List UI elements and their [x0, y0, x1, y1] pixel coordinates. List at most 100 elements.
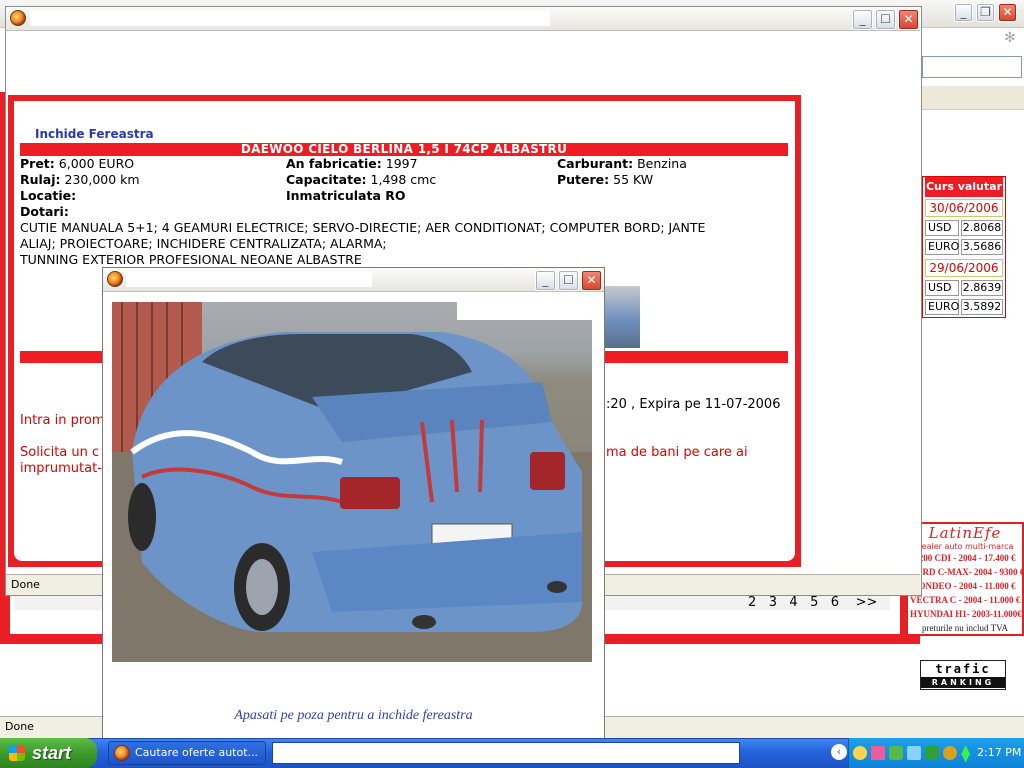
photo-sky: [457, 302, 592, 320]
curs-valutar-title: Curs valutar: [925, 177, 1003, 197]
close-button[interactable]: ✕: [581, 270, 602, 291]
maximize-button[interactable]: ☐: [875, 9, 896, 30]
dotari-line: CUTIE MANUALA 5+1; 4 GEAMURI ELECTRICE; …: [20, 220, 706, 235]
minimize-button[interactable]: _: [954, 3, 973, 22]
start-button[interactable]: start: [0, 738, 97, 768]
page-link-3[interactable]: 3: [769, 595, 777, 610]
security-icon[interactable]: [925, 746, 939, 760]
ranking-text: RANKING: [921, 677, 1005, 688]
trafic-ranking-badge[interactable]: trafic RANKING: [920, 660, 1006, 690]
firefox-icon: [114, 745, 130, 761]
curs-currency: USD: [925, 220, 959, 236]
car-photo-drawing: [112, 302, 592, 662]
car-photo[interactable]: [112, 302, 592, 662]
toolbar-strip: [922, 86, 1024, 110]
curs-currency: USD: [925, 280, 959, 296]
capacity-row: Capacitate: 1,498 cmc: [286, 172, 436, 188]
maximize-button[interactable]: ❐: [976, 3, 995, 22]
ad-subtitle: dealer auto multi-marca: [916, 542, 1014, 551]
solicita-text-continued: ma de bani pe care ai: [606, 445, 748, 460]
network-icon[interactable]: [907, 746, 921, 760]
pagination: 2 3 4 5 6 >>: [748, 595, 877, 610]
page-link-5[interactable]: 5: [810, 595, 818, 610]
smiley-icon[interactable]: [853, 746, 867, 760]
clock: 2:17 PM: [977, 746, 1022, 759]
trafic-text: trafic: [935, 662, 991, 676]
close-button[interactable]: ✕: [898, 9, 919, 30]
carburant-label: Carburant:: [557, 156, 634, 171]
registration-row: Inmatriculata RO: [286, 188, 405, 204]
listing-title: DAEWOO CIELO BERLINA 1,5 I 74CP ALBASTRU: [20, 143, 788, 156]
minimize-button[interactable]: _: [535, 270, 556, 291]
putere-label: Putere:: [557, 172, 610, 187]
rulaj-value: 230,000 km: [64, 172, 140, 187]
status-text: Done: [11, 578, 40, 591]
throbber-icon: ✻: [1004, 30, 1016, 46]
page-link-2[interactable]: 2: [748, 595, 756, 610]
windows-logo-icon: [9, 745, 25, 761]
taskbar-blank-item[interactable]: [272, 742, 740, 764]
maximize-button[interactable]: ☐: [558, 270, 579, 291]
ad-logo: LatinEfe: [928, 524, 1002, 542]
locatie-label: Locatie:: [20, 188, 77, 203]
curs-currency: EURO: [925, 299, 959, 315]
curs-currency: EURO: [925, 239, 959, 255]
tray-app-icon[interactable]: [871, 746, 885, 760]
location-row: Locatie:: [20, 188, 76, 204]
status-text: Done: [5, 720, 34, 733]
curs-value: 3.5686: [961, 239, 1003, 255]
pret-value: 6,000 EURO: [58, 156, 135, 171]
page-link-6[interactable]: 6: [831, 595, 839, 610]
pret-label: Pret:: [20, 156, 55, 171]
mileage-row: Rulaj: 230,000 km: [20, 172, 140, 188]
left-taillight: [340, 477, 400, 509]
background-window-controls: _ ❐ ✕: [940, 2, 1020, 26]
inmatriculata-label: Inmatriculata RO: [286, 188, 406, 203]
close-button[interactable]: ✕: [998, 3, 1017, 22]
fuel-row: Carburant: Benzina: [557, 156, 687, 172]
updown-arrows-icon[interactable]: ▲ ▼: [961, 743, 973, 763]
year-row: An fabricatie: 1997: [286, 156, 418, 172]
ad-line: FORD C-MAX- 2004 - 9300 €: [910, 567, 1024, 577]
putere-value: 55 KW: [613, 172, 654, 187]
dotari-label: Dotari:: [20, 204, 69, 219]
search-input[interactable]: [922, 56, 1022, 78]
front-wheel: [128, 483, 156, 551]
ad-line: MONDEO - 2004 - 11.000 €: [910, 581, 1016, 591]
page-link-next[interactable]: >>: [856, 595, 878, 610]
dotari-line: TUNNING EXTERIOR PROFESIONAL NEOANE ALBA…: [20, 252, 362, 267]
exhaust: [412, 615, 436, 629]
promo-text[interactable]: Intra in prom: [20, 413, 105, 429]
power-row: Putere: 55 KW: [557, 172, 653, 188]
firefox-icon: [10, 10, 26, 26]
system-tray: ‹ ▲ ▼ 2:17 PM: [831, 738, 1024, 768]
ad-line: HYUNDAI H1- 2003-11.000€: [910, 609, 1022, 619]
curs-valutar-box: Curs valutar 30/06/2006 USD 2.8068 EURO …: [922, 176, 1006, 318]
curs-value: 3.5892: [961, 299, 1003, 315]
title-area: [30, 10, 550, 26]
price-row: Pret: 6,000 EURO: [20, 156, 134, 172]
car-thumbnail[interactable]: [600, 286, 640, 348]
capacitate-label: Capacitate:: [286, 172, 367, 187]
chevron-left-icon[interactable]: ‹: [831, 744, 847, 760]
an-label: An fabricatie:: [286, 156, 382, 171]
equipment-label-row: Dotari:: [20, 204, 69, 220]
carburant-value: Benzina: [637, 156, 687, 171]
curs-date: 29/06/2006: [925, 259, 1003, 277]
firefox-icon: [107, 271, 123, 287]
latinefe-ad[interactable]: LatinEfe dealer auto multi-marca C 200 C…: [906, 522, 1024, 636]
globe-icon[interactable]: [943, 746, 957, 760]
capacitate-value: 1,498 cmc: [370, 172, 437, 187]
start-label: start: [32, 743, 72, 763]
taskbar-item-browser[interactable]: Cautare oferte autot...: [108, 741, 266, 765]
page-link-4[interactable]: 4: [789, 595, 797, 610]
taskbar-item-label: Cautare oferte autot...: [135, 746, 259, 759]
minimize-button[interactable]: _: [852, 9, 873, 30]
curs-date: 30/06/2006: [925, 199, 1003, 217]
ad-line: VECTRA C - 2004 - 11.000 €: [910, 595, 1021, 605]
messenger-icon[interactable]: [889, 746, 903, 760]
title-area: [126, 271, 372, 287]
solicita-text[interactable]: Solicita un c: [20, 445, 99, 461]
image-close-hint[interactable]: Apasati pe poza pentru a inchide fereast…: [103, 708, 604, 724]
close-window-link[interactable]: Inchide Fereastra: [35, 127, 154, 141]
